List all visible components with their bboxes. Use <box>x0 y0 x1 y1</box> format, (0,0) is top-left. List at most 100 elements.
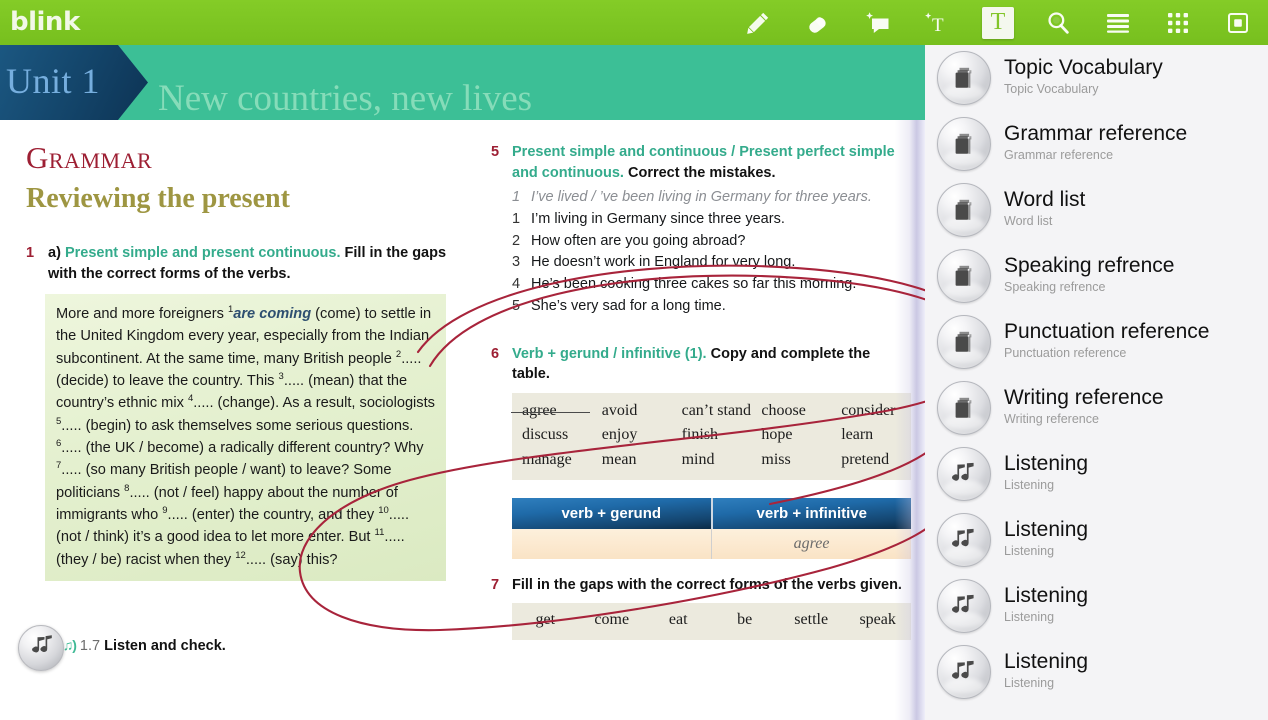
word-bank-item[interactable]: mind <box>672 448 752 473</box>
page-column-right: 5 Present simple and continuous / Presen… <box>491 142 911 641</box>
word-bank-item[interactable]: learn <box>831 423 911 448</box>
exercise-1: 1 a) Present simple and present continuo… <box>26 243 471 284</box>
sentence-number: 4 <box>512 276 521 293</box>
sentence-item[interactable]: 1 I’m living in Germany since three years… <box>512 209 911 231</box>
word-bank-item[interactable]: enjoy <box>592 423 672 448</box>
word-bank-item[interactable]: eat <box>645 608 711 632</box>
exercise-instruction: a) Present simple and present continuous… <box>48 243 471 284</box>
word-bank-item[interactable]: hope <box>751 423 831 448</box>
word-bank-item[interactable]: miss <box>751 448 831 473</box>
gerund-infinitive-table[interactable]: verb + gerund verb + infinitive agree <box>512 497 911 559</box>
add-note-icon <box>864 10 892 36</box>
word-bank-item[interactable]: choose <box>751 399 831 424</box>
word-bank-item[interactable]: avoid <box>592 399 672 424</box>
sidebar-item-text: Writing reference Writing reference <box>1004 387 1164 428</box>
sentence-item[interactable]: 4 He’s been cooking three cakes so far th… <box>512 274 911 296</box>
sidebar-item-listening[interactable]: Listening Listening <box>925 639 1268 705</box>
sidebar-item-text: Punctuation reference Punctuation referen… <box>1004 321 1209 362</box>
sidebar-item-label: Listening <box>1004 518 1089 542</box>
reference-sidebar[interactable]: Topic Vocabulary Topic Vocabulary Grammar … <box>925 45 1268 720</box>
sidebar-item-listening[interactable]: Listening Listening <box>925 507 1268 573</box>
books-stack-icon <box>937 183 991 237</box>
word-bank-item[interactable]: be <box>711 608 777 632</box>
exercise-topic: Present simple and present continuous. <box>64 245 341 261</box>
books-stack-icon <box>937 249 991 303</box>
sidebar-item-sublabel: Listening <box>1004 675 1055 690</box>
sidebar-item-word-list[interactable]: Word list Word list <box>925 177 1268 243</box>
word-bank-item[interactable]: come <box>578 608 644 632</box>
add-text-tool-button[interactable]: T <box>908 0 968 45</box>
word-bank-item[interactable]: discuss <box>512 423 592 448</box>
word-bank-row: manage mean mind miss pretend <box>512 448 911 473</box>
exercise-number: 6 <box>491 345 500 362</box>
word-bank-item[interactable]: finish <box>672 423 752 448</box>
word-bank-item[interactable]: mean <box>592 448 672 473</box>
sidebar-item-text: Grammar reference Grammar reference <box>1004 123 1187 164</box>
sentence-number: 1 <box>512 189 521 206</box>
word-bank-item[interactable]: agree <box>511 399 592 424</box>
search-tool-button[interactable] <box>1028 0 1088 45</box>
sentence-number: 5 <box>512 297 521 314</box>
bookmark-page-button[interactable] <box>1208 0 1268 45</box>
sentence-item[interactable]: 5 She’s very sad for a long time. <box>512 296 911 318</box>
music-note-icon <box>937 645 991 699</box>
exercise-topic: Verb + gerund / infinitive (1). <box>512 345 707 362</box>
exercise-instruction: Present simple and continuous / Present … <box>512 142 911 183</box>
page-subtitle: Reviewing the present <box>26 183 290 214</box>
word-bank-item[interactable]: settle <box>778 608 844 632</box>
sentence-text: She’s very sad for a long time. <box>531 297 726 314</box>
sidebar-item-text: Topic Vocabulary Topic Vocabulary <box>1004 57 1163 98</box>
sidebar-item-sublabel: Topic Vocabulary <box>1004 81 1099 96</box>
table-cell-infinitive[interactable]: agree <box>711 528 911 559</box>
sidebar-item-topic-vocabulary[interactable]: Topic Vocabulary Topic Vocabulary <box>925 45 1268 111</box>
sidebar-item-speaking-refrence[interactable]: Speaking refrence Speaking refrence <box>925 243 1268 309</box>
search-icon <box>1045 10 1071 36</box>
word-bank-item[interactable]: manage <box>512 448 592 473</box>
sentence-item[interactable]: 1 I’ve lived / ’ve been living in Germany… <box>512 187 911 209</box>
sidebar-item-text: Listening Listening <box>1004 585 1088 626</box>
audio-play-button[interactable] <box>18 625 64 671</box>
book-page[interactable]: Grammar Reviewing the present 1 a) Prese… <box>0 120 925 720</box>
sidebar-item-punctuation-reference[interactable]: Punctuation reference Punctuation referen… <box>925 309 1268 375</box>
music-note-icon <box>28 634 54 662</box>
sidebar-item-listening[interactable]: Listening Listening <box>925 441 1268 507</box>
word-bank-item[interactable]: can’t stand <box>672 399 752 424</box>
pen-tool-button[interactable] <box>728 0 788 45</box>
contents-list-button[interactable] <box>1088 0 1148 45</box>
word-bank-item[interactable]: pretend <box>831 448 911 473</box>
eraser-tool-button[interactable] <box>788 0 848 45</box>
word-bank-row: discuss enjoy finish hope learn <box>512 423 911 448</box>
sidebar-item-label: Punctuation reference <box>1004 320 1210 344</box>
sentence-text: I’ve lived / ’ve been living in Germany … <box>531 189 872 206</box>
sentence-number: 1 <box>512 210 521 227</box>
sidebar-item-text: Listening Listening <box>1004 519 1088 560</box>
sidebar-item-grammar-reference[interactable]: Grammar reference Grammar reference <box>925 111 1268 177</box>
speaker-icon[interactable]: ♫) <box>63 637 77 653</box>
sidebar-item-text: Listening Listening <box>1004 453 1088 494</box>
sentence-item[interactable]: 2 How often are you going abroad? <box>512 231 911 253</box>
sidebar-item-listening[interactable]: Listening Listening <box>925 573 1268 639</box>
word-bank-item[interactable]: get <box>512 608 578 632</box>
add-note-tool-button[interactable] <box>848 0 908 45</box>
sidebar-item-sublabel: Grammar reference <box>1004 147 1114 162</box>
thumbnails-grid-button[interactable] <box>1148 0 1208 45</box>
add-text-icon: T <box>923 10 953 36</box>
sentence-text: He doesn’t work in England for very long… <box>531 254 796 271</box>
table-cell-gerund[interactable] <box>512 529 711 559</box>
unit-label: Unit 1 <box>6 60 101 101</box>
word-bank-row: agree avoid can’t stand choose consider <box>511 399 911 424</box>
sidebar-item-writing-reference[interactable]: Writing reference Writing reference <box>925 375 1268 441</box>
sidebar-item-sublabel: Writing reference <box>1004 411 1099 426</box>
books-stack-icon <box>937 117 991 171</box>
sentence-item[interactable]: 3 He doesn’t work in England for very lon… <box>512 252 911 274</box>
word-bank-item[interactable]: speak <box>844 608 910 632</box>
books-stack-icon <box>937 381 991 435</box>
text-tool-button[interactable]: T <box>968 0 1028 45</box>
exercise-1b-task: Listen and check. <box>104 638 226 655</box>
exercise-7: 7 Fill in the gaps with the correct form… <box>491 575 911 596</box>
sidebar-item-label: Word list <box>1004 188 1086 212</box>
word-bank-item[interactable]: consider <box>831 399 911 424</box>
cloze-passage[interactable]: More and more foreigners 1are coming (co… <box>45 294 446 582</box>
table-row[interactable]: agree <box>512 528 911 559</box>
sidebar-item-label: Listening <box>1004 452 1089 476</box>
